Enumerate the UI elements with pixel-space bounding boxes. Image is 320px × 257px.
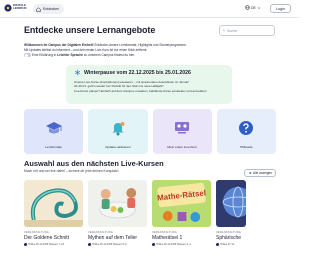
intro-line-3-post: zu unserem Campus findest du hier. xyxy=(83,53,135,57)
card-meta: Online 25.11.2025 Klassen 7–10 xyxy=(24,243,83,246)
card-title: Der Goldene Schnitt xyxy=(24,235,70,241)
card-meta: Online 26.11.2025 Klassen 3–4 xyxy=(152,243,211,246)
nav-item-entdecken[interactable]: Entdecken xyxy=(33,4,65,14)
card-kicker: VERANSTALTUNG xyxy=(24,231,49,234)
card-meta-text: Online 25.11.2025 Klassen 7–10 xyxy=(28,243,65,246)
online-icon xyxy=(88,243,91,246)
meeting-icon xyxy=(175,122,190,134)
logo-icon xyxy=(4,4,12,12)
tile-label: Lernformate xyxy=(45,145,62,149)
logo-text: DIGITALE LERNFUN xyxy=(13,3,27,11)
quick-links: Lernformate Updates aktivieren Mein erst… xyxy=(24,109,276,154)
card-title: Sphärische xyxy=(216,235,242,241)
bell-icon xyxy=(112,122,125,136)
course-card-list: VERANSTALTUNG Der Goldene Schnitt Online… xyxy=(24,180,300,257)
section-subtitle: Mach mit und sei live dabei – sichere di… xyxy=(24,169,119,173)
card-kicker: VERANSTALTUNG xyxy=(88,231,113,234)
show-all-button[interactable]: Alle anzeigen xyxy=(244,169,276,177)
tile-updates[interactable]: Updates aktivieren xyxy=(88,109,148,154)
tile-label: Mein erster Live-Kurs xyxy=(167,145,197,149)
page-title: Entdecke unsere Lernangebote xyxy=(24,25,156,35)
easy-language-link[interactable]: Leichter Sprache xyxy=(57,53,83,57)
tile-lernformate[interactable]: Lernformate xyxy=(24,109,84,154)
card-kicker: VERANSTALTUNG xyxy=(216,231,241,234)
card-meta-text: Online 26.11.2025 Klassen 3–4 xyxy=(156,243,191,246)
banner-line-3: Live-Kurse planen? Einfach auf dem Campu… xyxy=(74,88,207,93)
language-selector[interactable]: DE xyxy=(245,5,261,10)
easy-language-toggle[interactable] xyxy=(24,53,31,58)
card-meta-text: Online 27.11. xyxy=(220,243,235,246)
tile-first-live-course[interactable]: Mein erster Live-Kurs xyxy=(152,109,212,154)
golden-spiral-image xyxy=(24,180,83,227)
card-meta-text: Online 25.11.2025 Klassen 5–6 xyxy=(92,243,127,246)
math-riddle-image: Mathe-Rätsel xyxy=(152,180,211,227)
intro-text: Willkommen im Campus der Digitalen Einhe… xyxy=(24,43,254,58)
banner-title: Winterpause vom 22.12.2025 bis 25.01.202… xyxy=(84,70,191,76)
arrow-right-icon xyxy=(248,171,252,175)
online-icon xyxy=(24,243,27,246)
sphere-image xyxy=(216,180,246,227)
intro-line-3-pre: Eine Erklärung in xyxy=(32,53,58,57)
login-button[interactable]: Login xyxy=(270,4,291,13)
nav-item-label: Entdecken xyxy=(43,7,60,11)
online-icon xyxy=(152,243,155,246)
tile-help[interactable]: Hilfsseite xyxy=(216,109,276,154)
card-meta: Online 27.11. xyxy=(216,243,246,246)
chevron-down-icon xyxy=(257,6,261,9)
course-card[interactable]: VERANSTALTUNG Mythen auf dem Teller Onli… xyxy=(88,180,147,257)
top-navigation-bar: DIGITALE LERNFUN Entdecken DE Login xyxy=(0,0,300,18)
show-all-label: Alle anzeigen xyxy=(252,171,273,175)
home-icon xyxy=(36,6,41,12)
question-icon xyxy=(239,121,254,135)
logo[interactable]: DIGITALE LERNFUN xyxy=(4,3,26,15)
intro-line-1-rest: Entdecke unsere Lernformate, Highlights … xyxy=(93,43,187,47)
food-myths-image xyxy=(88,180,147,227)
intro-line-3: Eine Erklärung in Leichter Sprache zu un… xyxy=(24,53,254,58)
card-meta: Online 25.11.2025 Klassen 5–6 xyxy=(88,243,147,246)
course-card[interactable]: VERANSTALTUNG Der Goldene Schnitt Online… xyxy=(24,180,83,257)
card-kicker: VERANSTALTUNG xyxy=(152,231,177,234)
section-title: Auswahl aus den nächsten Live-Kursen xyxy=(24,159,164,168)
course-card[interactable]: Mathe-Rätsel VERANSTALTUNG Matherätsel 1… xyxy=(152,180,211,257)
card-title: Mythen auf dem Teller xyxy=(88,235,138,241)
card-title: Matherätsel 1 xyxy=(152,235,183,241)
globe-icon xyxy=(245,5,250,10)
language-label: DE xyxy=(251,5,256,10)
tile-label: Updates aktivieren xyxy=(105,145,131,149)
winter-pause-banner: Winterpause vom 22.12.2025 bis 25.01.202… xyxy=(66,65,232,104)
snowflake-icon xyxy=(74,69,81,76)
banner-body: Unsere Live-Kurse (Inspirationen) pausie… xyxy=(74,80,224,93)
course-card[interactable]: VERANSTALTUNG Sphärische Online 27.11. xyxy=(216,180,246,257)
search-icon xyxy=(223,29,225,32)
graduation-icon xyxy=(45,122,62,134)
intro-welcome: Willkommen im Campus der Digitalen Einhe… xyxy=(24,43,94,47)
logo-line-2: LERNFUN xyxy=(13,6,27,11)
online-icon xyxy=(216,243,219,246)
tile-label: Hilfsseite xyxy=(240,145,253,149)
search-input[interactable] xyxy=(227,28,271,33)
search-box[interactable] xyxy=(219,25,275,36)
